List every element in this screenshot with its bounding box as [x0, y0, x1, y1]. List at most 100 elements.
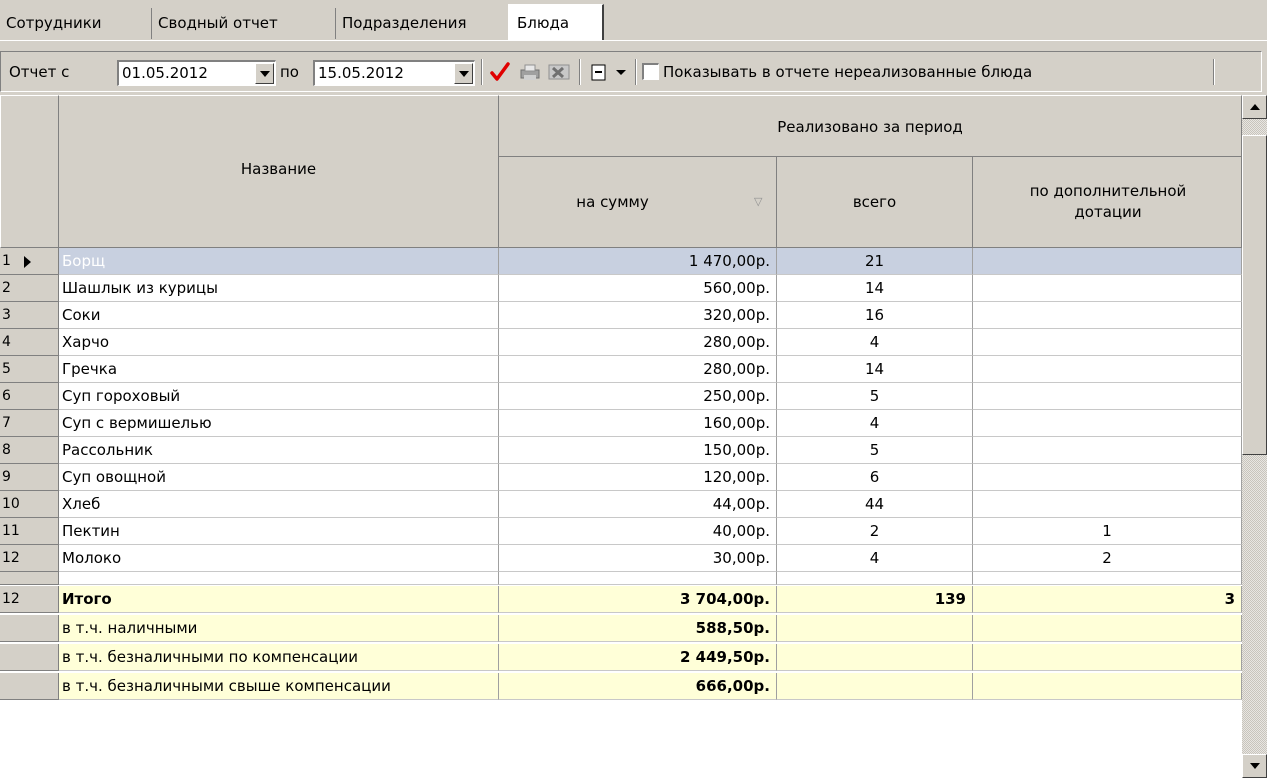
print-icon[interactable]	[518, 60, 542, 84]
sold-sum-cell[interactable]: 160,00р.	[499, 410, 777, 437]
row-indicator-header	[0, 95, 59, 248]
table-row[interactable]: 7 Суп с вермишелью 160,00р. 4	[0, 410, 1242, 437]
sold-sum-cell[interactable]: 1 470,00р.	[499, 248, 777, 275]
extra-subsidy-cell[interactable]: 1	[973, 518, 1242, 545]
extra-subsidy-cell	[973, 673, 1242, 700]
table-row[interactable]: 6 Суп гороховый 250,00р. 5	[0, 383, 1242, 410]
sold-total-cell	[777, 572, 973, 585]
row-number-cell: 8	[0, 437, 59, 464]
sold-total-cell[interactable]: 44	[777, 491, 973, 518]
dish-name-cell[interactable]: Борщ	[59, 248, 499, 275]
report-document-icon[interactable]	[589, 60, 611, 84]
sold-sum-cell[interactable]: 120,00р.	[499, 464, 777, 491]
scroll-up-icon[interactable]	[1242, 95, 1267, 119]
extra-subsidy-cell[interactable]	[973, 275, 1242, 302]
row-number-cell: 1	[0, 248, 59, 275]
table-row[interactable]: 1 Борщ 1 470,00р. 21	[0, 248, 1242, 275]
date-to-field[interactable]: 15.05.2012	[313, 60, 475, 86]
scrollbar-thumb[interactable]	[1242, 135, 1267, 455]
sold-total-cell[interactable]: 21	[777, 248, 973, 275]
footer-row: в т.ч. наличными 588,50р.	[0, 615, 1242, 642]
table-row[interactable]: 2 Шашлык из курицы 560,00р. 14	[0, 275, 1242, 302]
column-header-total[interactable]: всего	[777, 157, 973, 248]
column-header-sum[interactable]: на сумму ▽	[499, 157, 777, 248]
dish-name-cell[interactable]: Суп гороховый	[59, 383, 499, 410]
sold-total-cell[interactable]: 14	[777, 275, 973, 302]
date-from-dropdown-icon[interactable]	[255, 63, 274, 84]
tab-employees[interactable]: Сотрудники	[0, 8, 152, 39]
date-to-label: по	[280, 63, 299, 81]
show-unsold-checkbox[interactable]	[642, 63, 659, 80]
dish-name-cell[interactable]: Шашлык из курицы	[59, 275, 499, 302]
sold-total-cell[interactable]: 4	[777, 545, 973, 572]
sold-total-cell[interactable]: 4	[777, 329, 973, 356]
extra-subsidy-cell[interactable]	[973, 329, 1242, 356]
table-row[interactable]: 10 Хлеб 44,00р. 44	[0, 491, 1242, 518]
table-row[interactable]: 4 Харчо 280,00р. 4	[0, 329, 1242, 356]
tab-dishes[interactable]: Блюда	[508, 4, 604, 41]
dishes-report-grid: Название Реализовано за период на сумму …	[0, 95, 1267, 778]
sold-sum-cell[interactable]: 40,00р.	[499, 518, 777, 545]
extra-subsidy-cell[interactable]	[973, 248, 1242, 275]
export-excel-icon[interactable]	[546, 60, 572, 84]
vertical-scrollbar[interactable]	[1242, 95, 1267, 778]
extra-subsidy-cell[interactable]	[973, 464, 1242, 491]
sold-sum-cell[interactable]: 44,00р.	[499, 491, 777, 518]
date-to-value: 15.05.2012	[318, 64, 404, 82]
table-row[interactable]: 9 Суп овощной 120,00р. 6	[0, 464, 1242, 491]
sold-sum-cell[interactable]: 250,00р.	[499, 383, 777, 410]
tab-summary-report[interactable]: Сводный отчет	[152, 8, 336, 39]
date-to-dropdown-icon[interactable]	[454, 63, 473, 84]
sold-total-cell[interactable]: 2	[777, 518, 973, 545]
table-row[interactable]: 3 Соки 320,00р. 16	[0, 302, 1242, 329]
extra-subsidy-cell[interactable]	[973, 437, 1242, 464]
extra-subsidy-cell[interactable]	[973, 383, 1242, 410]
empty-spacer-row	[0, 572, 1242, 585]
extra-subsidy-cell[interactable]	[973, 302, 1242, 329]
extra-subsidy-cell[interactable]	[973, 491, 1242, 518]
sold-total-cell[interactable]: 16	[777, 302, 973, 329]
dish-name-cell[interactable]: Соки	[59, 302, 499, 329]
date-from-field[interactable]: 01.05.2012	[117, 60, 276, 86]
chevron-down-icon[interactable]	[614, 60, 630, 84]
table-row[interactable]: 12 Молоко 30,00р. 4 2	[0, 545, 1242, 572]
sold-sum-cell[interactable]: 30,00р.	[499, 545, 777, 572]
extra-subsidy-cell[interactable]	[973, 356, 1242, 383]
column-header-extra-subsidy[interactable]: по дополнительной дотации	[973, 157, 1242, 248]
table-row[interactable]: 8 Рассольник 150,00р. 5	[0, 437, 1242, 464]
sold-total-cell[interactable]: 5	[777, 437, 973, 464]
dish-name-cell[interactable]: Молоко	[59, 545, 499, 572]
dish-name-cell[interactable]: Гречка	[59, 356, 499, 383]
dish-name-cell[interactable]: Хлеб	[59, 491, 499, 518]
dish-name-cell[interactable]: Харчо	[59, 329, 499, 356]
table-row[interactable]: 5 Гречка 280,00р. 14	[0, 356, 1242, 383]
tab-departments[interactable]: Подразделения	[336, 8, 510, 39]
dish-name-cell[interactable]: Рассольник	[59, 437, 499, 464]
sold-sum-cell[interactable]: 280,00р.	[499, 356, 777, 383]
extra-subsidy-cell[interactable]	[973, 410, 1242, 437]
apply-checkmark-icon[interactable]	[489, 60, 513, 84]
sold-total-cell[interactable]: 4	[777, 410, 973, 437]
sold-sum-cell[interactable]: 320,00р.	[499, 302, 777, 329]
footer-row: в т.ч. безналичными свыше компенсации 666…	[0, 673, 1242, 700]
dish-name-cell: в т.ч. безналичными свыше компенсации	[59, 673, 499, 700]
row-number-cell: 2	[0, 275, 59, 302]
dish-name-cell[interactable]: Пектин	[59, 518, 499, 545]
extra-subsidy-cell[interactable]: 2	[973, 545, 1242, 572]
table-row[interactable]: 11 Пектин 40,00р. 2 1	[0, 518, 1242, 545]
column-header-name-label: Название	[240, 160, 317, 178]
extra-subsidy-cell	[973, 615, 1242, 642]
sold-total-cell[interactable]: 6	[777, 464, 973, 491]
dish-name-cell[interactable]: Суп овощной	[59, 464, 499, 491]
dish-name-cell[interactable]: Суп с вермишелью	[59, 410, 499, 437]
column-group-header-label: Реализовано за период	[777, 118, 963, 136]
column-header-total-label: всего	[852, 193, 897, 211]
sold-sum-cell[interactable]: 150,00р.	[499, 437, 777, 464]
sold-total-cell[interactable]: 14	[777, 356, 973, 383]
scroll-down-icon[interactable]	[1242, 754, 1267, 778]
column-header-name[interactable]: Название	[59, 95, 499, 248]
sold-sum-cell[interactable]: 560,00р.	[499, 275, 777, 302]
tab-divider	[0, 40, 1267, 41]
sold-total-cell[interactable]: 5	[777, 383, 973, 410]
sold-sum-cell[interactable]: 280,00р.	[499, 329, 777, 356]
